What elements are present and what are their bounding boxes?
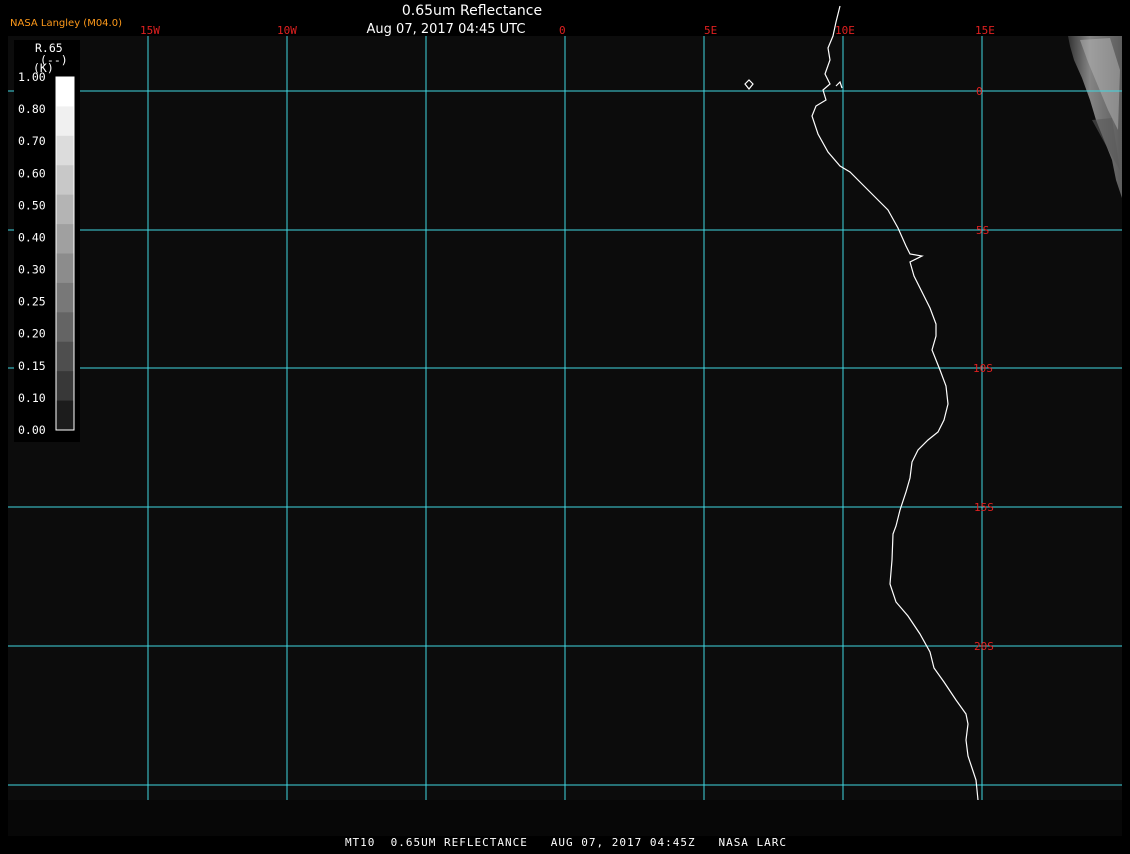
legend-ramp-step xyxy=(56,77,74,107)
color-bar-legend: R.65 (--) (K) 1.000.800.700.600.500.400.… xyxy=(14,40,80,442)
lon-label-15w: 15W xyxy=(140,24,160,37)
lat-label-0: 0 xyxy=(976,85,983,98)
lon-label-0: 0 xyxy=(559,24,566,37)
legend-ramp-step xyxy=(56,165,74,196)
satellite-map-canvas: 15W 10W 0 5E 10E 15E 0 5S 10S 15S 20S NA… xyxy=(0,0,1130,850)
legend-tick-label: 0.80 xyxy=(18,102,46,116)
lat-label-20s: 20S xyxy=(974,640,994,653)
product-title: 0.65um Reflectance xyxy=(402,3,542,19)
lat-label-5s: 5S xyxy=(976,224,989,237)
legend-ramp-step xyxy=(56,282,74,313)
image-timestamp: Aug 07, 2017 04:45 UTC xyxy=(367,22,526,37)
credit-label: NASA Langley (M04.0) xyxy=(10,18,122,29)
legend-tick-label: 0.20 xyxy=(18,327,46,341)
legend-ramp-step xyxy=(56,135,74,166)
legend-ramp-step xyxy=(56,253,74,284)
legend-ramp-step xyxy=(56,194,74,225)
legend-tick-label: 1.00 xyxy=(18,70,46,84)
legend-ramp-step xyxy=(56,224,74,254)
legend-ramp-step xyxy=(56,371,74,402)
legend-tick-label: 0.70 xyxy=(18,134,46,148)
lon-label-15e: 15E xyxy=(975,24,995,37)
legend-ramp-step xyxy=(56,312,74,343)
lon-label-10e: 10E xyxy=(835,24,855,37)
legend-color-ramp xyxy=(55,76,75,431)
legend-tick-label: 0.15 xyxy=(18,359,46,373)
legend-tick-label: 0.30 xyxy=(18,263,46,277)
lat-label-15s: 15S xyxy=(974,501,994,514)
footer-caption: MT10 0.65UM REFLECTANCE AUG 07, 2017 04:… xyxy=(345,836,787,849)
legend-tick-label: 0.60 xyxy=(18,166,46,180)
satellite-map-viewer: 15W 10W 0 5E 10E 15E 0 5S 10S 15S 20S NA… xyxy=(0,0,1130,850)
lon-label-5e: 5E xyxy=(704,24,717,37)
legend-ramp-step xyxy=(56,400,74,431)
legend-tick-label: 0.25 xyxy=(18,295,46,309)
legend-ramp-step xyxy=(56,106,74,137)
imagery-bottom-strip xyxy=(8,800,1122,836)
legend-tick-label: 0.40 xyxy=(18,230,46,244)
legend-tick-label: 0.10 xyxy=(18,391,46,405)
lat-label-10s: 10S xyxy=(973,362,993,375)
legend-tick-label: 0.00 xyxy=(18,423,46,437)
lon-label-10w: 10W xyxy=(277,24,297,37)
legend-tick-label: 0.50 xyxy=(18,198,46,212)
legend-ramp-step xyxy=(56,341,74,372)
